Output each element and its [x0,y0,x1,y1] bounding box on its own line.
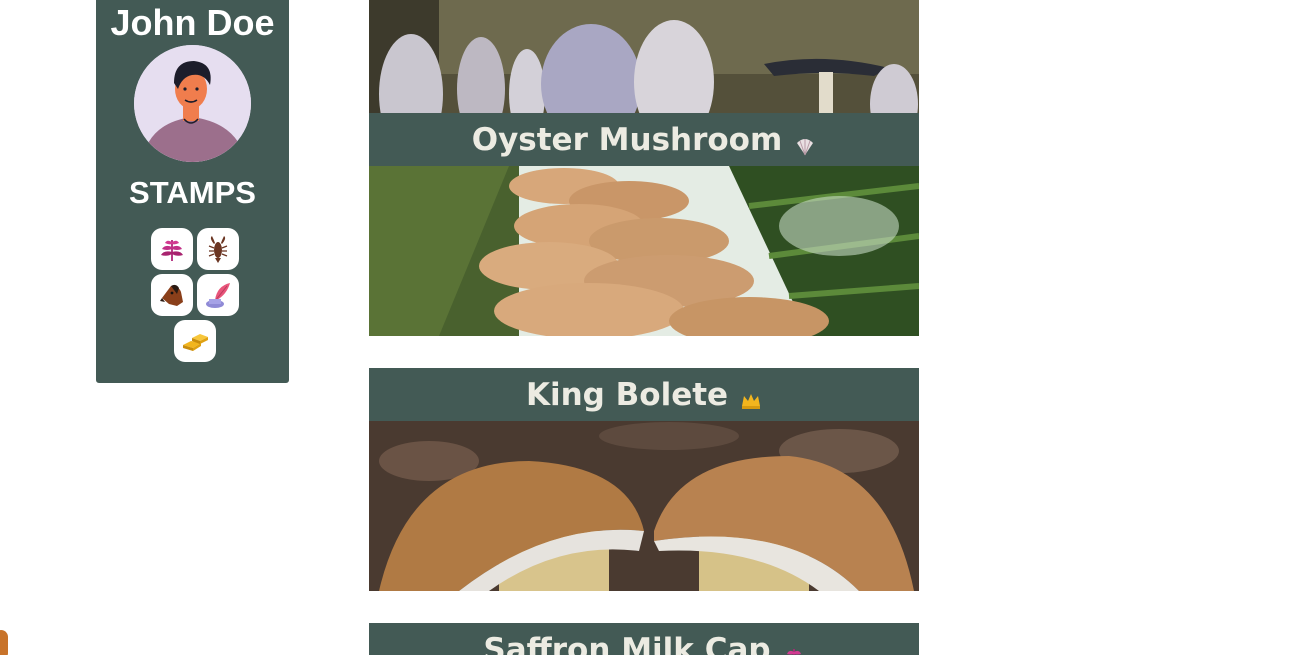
person-avatar-icon [134,45,251,162]
stamp-fern-leaf[interactable] [151,228,193,270]
mushroom-card: Saffron Milk Cap [369,623,919,655]
card-title: Saffron Milk Cap [483,631,771,655]
lobster-icon [208,236,228,263]
king-bolete-mushrooms-photo [369,421,919,591]
card-title: King Bolete [525,376,729,413]
fern-leaf-icon [161,240,183,261]
stamp-quill-inkwell[interactable] [197,274,239,316]
mushroom-card: King Bolete [369,368,919,591]
card-header: Saffron Milk Cap [369,623,919,655]
card-title: Oyster Mushroom [471,121,783,158]
card-header: Oyster Mushroom [369,113,919,166]
decorative-corner [0,630,8,655]
card-header: King Bolete [369,368,919,421]
page: John Doe STAMPS Oyster Mushroom King Bol… [0,0,1289,655]
gold-bars-icon [183,334,208,351]
stamp-gold-bars[interactable] [174,320,216,362]
king-bolete-image[interactable] [369,421,919,591]
crown-icon [740,384,762,409]
quill-inkwell-icon [206,283,230,308]
dog-head-icon [160,284,183,306]
stamps-heading: STAMPS [129,175,256,210]
profile-card: John Doe STAMPS [96,0,289,383]
profile-name: John Doe [110,2,275,43]
oyster-mushroom-image[interactable] [369,166,919,336]
oyster-mushrooms-on-tree-photo [369,166,919,336]
mushroom-card: Oyster Mushroom [369,113,919,336]
stamp-lobster[interactable] [197,228,239,270]
stamp-dog-head[interactable] [151,274,193,316]
shell-icon [794,129,816,155]
leaf-icon [783,639,805,655]
avatar[interactable] [134,45,251,162]
